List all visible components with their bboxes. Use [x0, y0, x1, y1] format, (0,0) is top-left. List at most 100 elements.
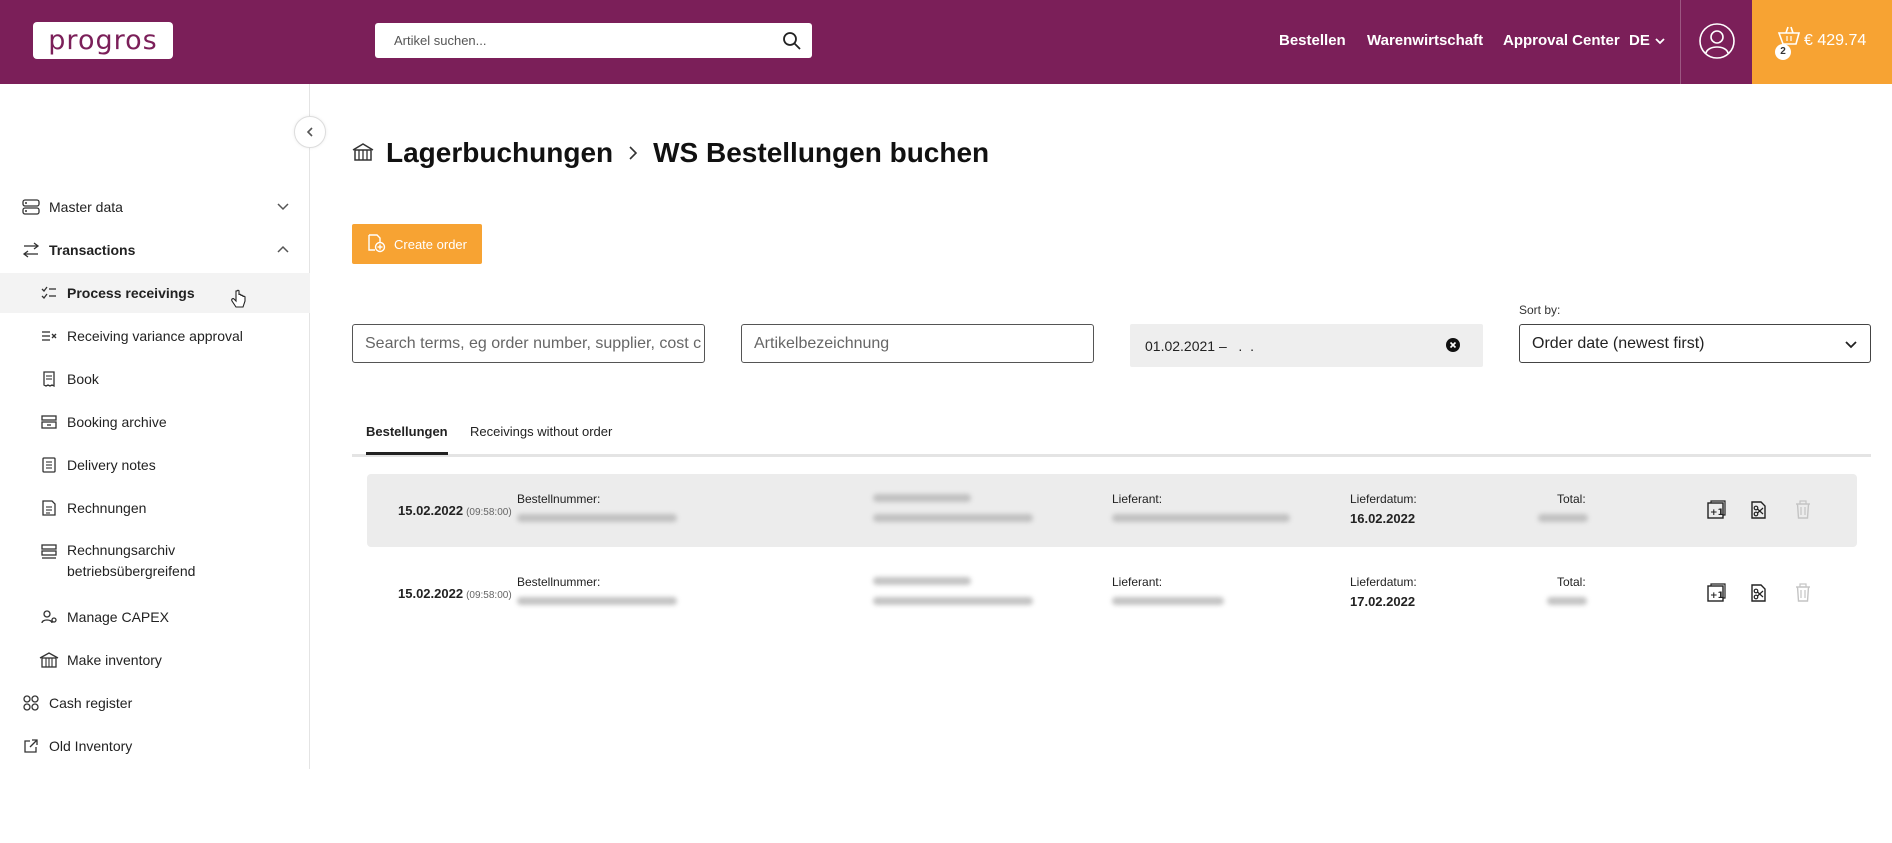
sidebar-item-label: Cash register	[49, 695, 133, 711]
delivery-date-label: Lieferdatum:	[1350, 575, 1417, 589]
sidebar-item-label: Manage CAPEX	[67, 609, 169, 625]
sidebar-item-book[interactable]: Book	[0, 359, 310, 399]
trash-icon[interactable]	[1792, 498, 1814, 522]
nav-bestellen[interactable]: Bestellen	[1279, 32, 1346, 49]
date-range-value: 01.02.2021 – . .	[1145, 338, 1254, 354]
sidebar-item-old-inventory[interactable]: Old Inventory	[0, 726, 310, 766]
supplier-label: Lieferant:	[1112, 492, 1163, 506]
language-selector[interactable]: DE	[1629, 32, 1666, 49]
search-icon[interactable]	[772, 23, 812, 58]
cart-button[interactable]: 2 € 429.74	[1752, 0, 1892, 84]
nav-approval-center[interactable]: Approval Center	[1503, 32, 1620, 49]
redacted-order-number	[517, 514, 677, 522]
redacted-cost-center-detail	[873, 597, 1033, 605]
delivery-date-label: Lieferdatum:	[1350, 492, 1417, 506]
order-time: (09:58:00)	[466, 590, 512, 601]
date-range-field[interactable]: 01.02.2021 – . .	[1130, 324, 1483, 367]
sidebar-item-label: Transactions	[49, 242, 136, 258]
collapse-sidebar-button[interactable]	[294, 116, 326, 148]
sidebar-item-label: Receiving variance approval	[67, 328, 243, 344]
order-number-label: Bestellnummer:	[517, 575, 601, 589]
sidebar-item-label: Old Inventory	[49, 738, 133, 754]
add-quantity-icon[interactable]: +1	[1705, 581, 1727, 605]
order-date: 15.02.2022 (09:58:00)	[398, 503, 512, 518]
archive-stack-icon	[39, 542, 59, 562]
article-search	[375, 23, 812, 58]
redacted-cost-center	[873, 577, 971, 585]
sidebar-item-label: Master data	[49, 199, 123, 215]
add-document-icon	[366, 233, 386, 256]
order-date-value: 15.02.2022	[398, 586, 464, 601]
tab-receivings-without-order[interactable]: Receivings without order	[470, 424, 612, 439]
sort-label: Sort by:	[1519, 303, 1561, 317]
logo[interactable]: progros	[33, 22, 173, 59]
trash-icon[interactable]	[1792, 581, 1814, 605]
sort-value: Order date (newest first)	[1532, 334, 1705, 352]
order-time: (09:58:00)	[466, 507, 512, 518]
sidebar-item-manage-capex[interactable]: Manage CAPEX	[0, 597, 310, 637]
warehouse-icon	[39, 650, 59, 670]
order-number-label: Bestellnummer:	[517, 492, 601, 506]
nav-warenwirtschaft[interactable]: Warenwirtschaft	[1367, 32, 1483, 49]
cart-amount: € 429.74	[1804, 32, 1867, 49]
document-icon	[39, 455, 59, 475]
supplier-label: Lieferant:	[1112, 575, 1163, 589]
user-account-icon[interactable]	[1698, 22, 1736, 60]
tab-bestellungen[interactable]: Bestellungen	[366, 424, 448, 455]
article-search-input[interactable]	[375, 23, 772, 58]
sidebar-label-line-1: Rechnungsarchiv	[67, 542, 176, 558]
create-order-button[interactable]: Create order	[352, 224, 482, 264]
clear-date-icon[interactable]	[1445, 337, 1461, 356]
language-label: DE	[1629, 32, 1650, 49]
redacted-cost-center	[873, 494, 971, 502]
sidebar-item-label: Make inventory	[67, 652, 162, 668]
search-terms-input[interactable]	[353, 325, 704, 362]
sidebar-item-rechnungen[interactable]: Rechnungen	[0, 488, 310, 528]
order-date: 15.02.2022 (09:58:00)	[398, 586, 512, 601]
breadcrumb-lagerbuchungen[interactable]: Lagerbuchungen	[386, 137, 613, 169]
top-navigation-bar: progros Bestellen Warenwirtschaft Approv…	[0, 0, 1892, 84]
sidebar-item-label: Rechnungsarchiv betriebsübergreifend	[67, 540, 195, 582]
chevron-down-icon	[1845, 341, 1857, 349]
redacted-total	[1547, 597, 1587, 605]
sidebar-item-master-data[interactable]: Master data	[0, 187, 310, 227]
chevron-left-icon	[306, 127, 313, 137]
sort-select[interactable]: Order date (newest first)	[1519, 324, 1871, 363]
sidebar-item-label: Rechnungen	[67, 500, 147, 516]
sidebar-item-label: Book	[67, 371, 99, 387]
total-label: Total:	[1557, 575, 1586, 589]
cart-count-badge: 2	[1775, 44, 1791, 60]
transfer-arrows-icon	[21, 240, 41, 260]
split-document-icon[interactable]	[1748, 498, 1770, 522]
chevron-down-icon	[277, 203, 289, 211]
sidebar-item-process-receivings[interactable]: Process receivings	[0, 273, 310, 313]
table-row[interactable]: 15.02.2022 (09:58:00) Bestellnummer: Lief…	[367, 474, 1857, 547]
sidebar-item-cash-register[interactable]: Cash register	[0, 683, 310, 723]
table-row[interactable]: 15.02.2022 (09:58:00) Bestellnummer: Lief…	[367, 557, 1857, 630]
receipt-icon	[39, 369, 59, 389]
redacted-supplier	[1112, 514, 1290, 522]
checklist-icon	[39, 283, 59, 303]
redacted-order-number	[517, 597, 677, 605]
split-document-icon[interactable]	[1748, 581, 1770, 605]
grid-circles-icon	[21, 693, 41, 713]
sidebar-item-transactions[interactable]: Transactions	[0, 230, 310, 270]
sidebar-item-rechnungsarchiv[interactable]: Rechnungsarchiv betriebsübergreifend	[0, 540, 310, 586]
header-divider	[1680, 0, 1681, 84]
add-quantity-icon[interactable]: +1	[1705, 498, 1727, 522]
sidebar-item-delivery-notes[interactable]: Delivery notes	[0, 445, 310, 485]
chevron-right-icon	[627, 137, 639, 169]
redacted-total	[1538, 514, 1588, 522]
total-label: Total:	[1557, 492, 1586, 506]
article-description-input[interactable]	[742, 325, 1093, 362]
sidebar-item-make-inventory[interactable]: Make inventory	[0, 640, 310, 680]
redacted-cost-center-detail	[873, 514, 1033, 522]
search-terms-field	[352, 324, 705, 363]
redacted-supplier	[1112, 597, 1224, 605]
variance-list-icon	[39, 326, 59, 346]
sidebar-item-booking-archive[interactable]: Booking archive	[0, 402, 310, 442]
page-title: WS Bestellungen buchen	[653, 137, 990, 168]
delivery-date-value: 16.02.2022	[1350, 511, 1416, 526]
sidebar-item-receiving-variance-approval[interactable]: Receiving variance approval	[0, 316, 310, 356]
sidebar-item-label: Booking archive	[67, 414, 167, 430]
